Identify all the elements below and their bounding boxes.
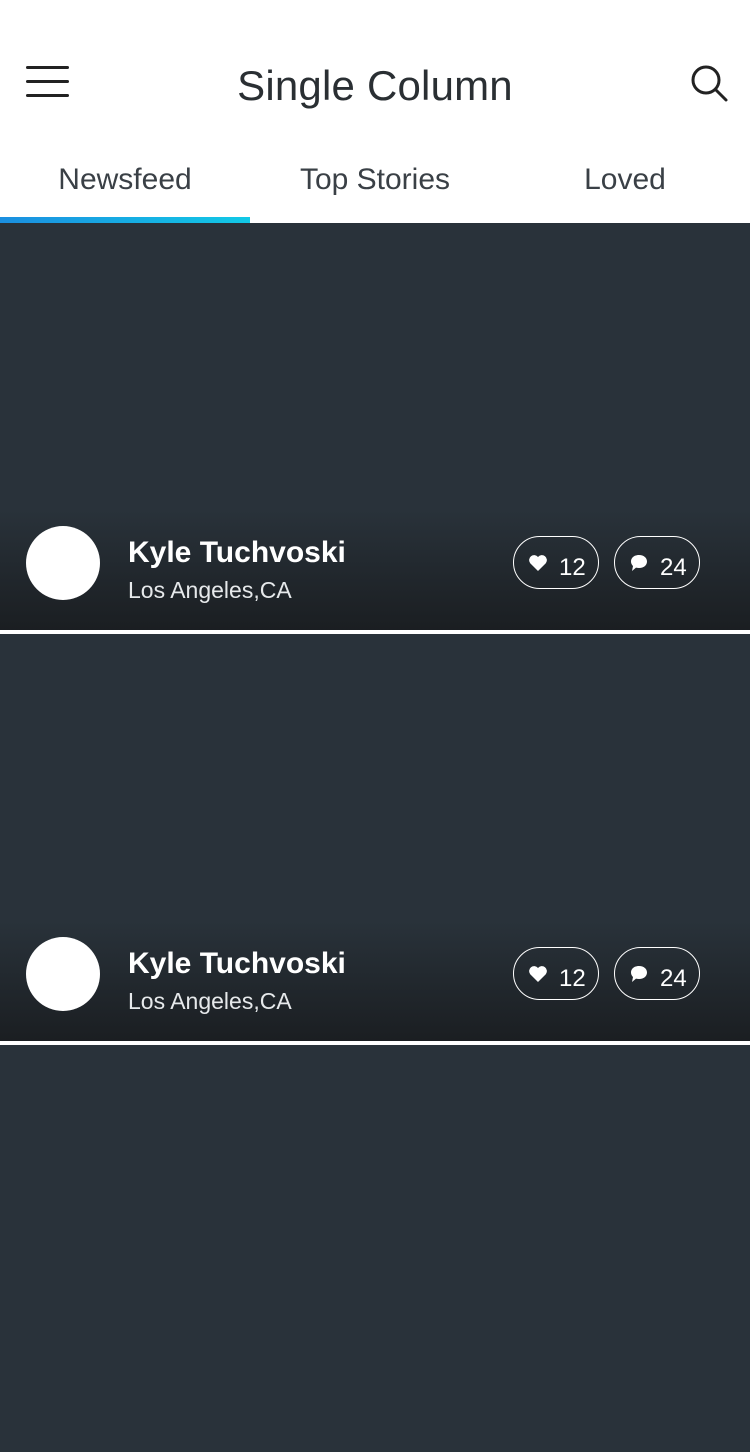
tab-top-stories[interactable]: Top Stories (250, 150, 500, 223)
comment-count: 24 (660, 965, 687, 992)
tab-newsfeed[interactable]: Newsfeed (0, 150, 250, 223)
post-location: Los Angeles,CA (128, 577, 292, 603)
post-author-name[interactable]: Kyle Tuchvoski (128, 536, 346, 570)
avatar[interactable] (26, 526, 100, 600)
comment-bubble-icon (631, 966, 647, 982)
heart-icon (529, 966, 547, 982)
like-count: 12 (559, 554, 586, 581)
post-card[interactable] (0, 1045, 750, 1452)
comment-button[interactable]: 24 (614, 536, 700, 589)
comment-bubble-icon (631, 555, 647, 571)
search-icon[interactable] (690, 64, 730, 104)
news-feed[interactable]: Kyle Tuchvoski Los Angeles,CA 12 24 Kyle… (0, 223, 750, 1452)
avatar[interactable] (26, 937, 100, 1011)
comment-count: 24 (660, 554, 687, 581)
tab-loved[interactable]: Loved (500, 150, 750, 223)
tab-bar: Newsfeed Top Stories Loved (0, 150, 750, 223)
header-bar: Single Column (0, 0, 750, 150)
like-button[interactable]: 12 (513, 536, 599, 589)
post-card[interactable]: Kyle Tuchvoski Los Angeles,CA 12 24 (0, 223, 750, 630)
post-card[interactable]: Kyle Tuchvoski Los Angeles,CA 12 24 (0, 634, 750, 1041)
page-title: Single Column (237, 62, 513, 109)
post-location: Los Angeles,CA (128, 988, 292, 1014)
like-button[interactable]: 12 (513, 947, 599, 1000)
comment-button[interactable]: 24 (614, 947, 700, 1000)
like-count: 12 (559, 965, 586, 992)
heart-icon (529, 555, 547, 571)
post-author-name[interactable]: Kyle Tuchvoski (128, 947, 346, 981)
app-screen: Single Column Newsfeed Top Stories Loved… (0, 0, 750, 1452)
